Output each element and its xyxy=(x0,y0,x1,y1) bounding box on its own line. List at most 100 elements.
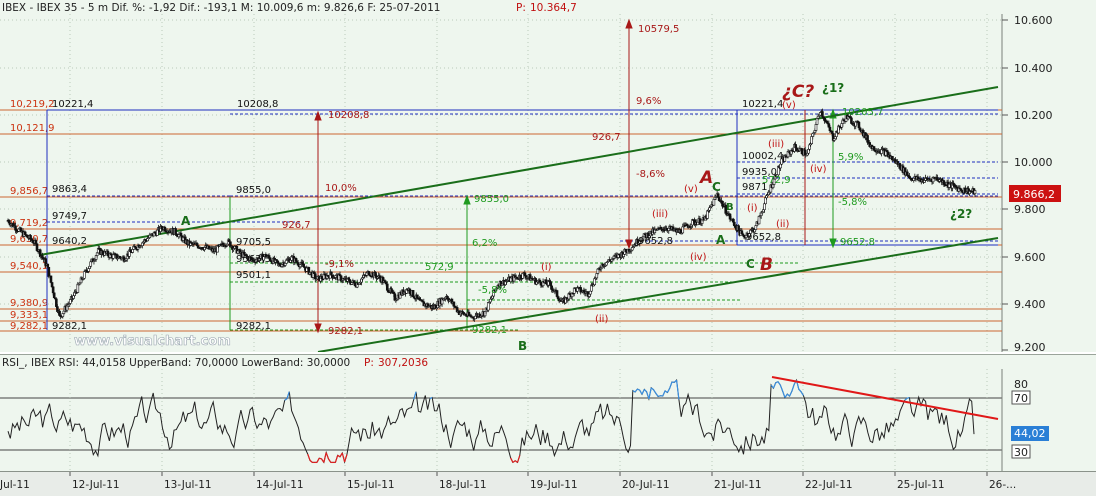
rsi-tick: 80 xyxy=(1014,378,1028,391)
price-tick: 10.600 xyxy=(1014,14,1053,27)
fib-label: 926,7 xyxy=(282,220,311,231)
rsi-extreme-segment xyxy=(310,460,312,462)
fib-label: 9282,1 xyxy=(328,326,363,337)
level-label: 10,121,9 xyxy=(10,123,55,134)
rsi-extreme-segment xyxy=(658,396,660,397)
fib-label: 9863,4 xyxy=(52,184,87,195)
price-chart-svg: IBEX - IBEX 35 - 5 m Dif. %: -1,92 Dif.:… xyxy=(0,0,1096,352)
wave-label: C xyxy=(712,180,721,194)
date-label: 22-Jul-11 xyxy=(805,479,853,491)
price-tick: 10.200 xyxy=(1014,109,1053,122)
candle-body xyxy=(47,264,49,267)
rsi-extreme-segment xyxy=(319,458,321,459)
fib-label: 9871 xyxy=(742,182,767,193)
price-tick: 9.800 xyxy=(1014,203,1046,216)
rsi-extreme-segment xyxy=(518,455,520,462)
subwave-label: (i) xyxy=(541,262,552,273)
wave-label: B xyxy=(726,202,734,213)
rsi-extreme-segment xyxy=(776,382,778,383)
fib-label: 9749,7 xyxy=(52,211,87,222)
level-label: 9,282,1 xyxy=(10,321,48,332)
price-tick: 9.200 xyxy=(1014,341,1046,352)
rsi-extreme-segment xyxy=(677,380,679,399)
subwave-label: (iii) xyxy=(652,209,668,220)
subwave-label: (iv) xyxy=(810,164,827,175)
fib-label: 10579,5 xyxy=(638,24,679,35)
price-tick: 10.000 xyxy=(1014,156,1053,169)
rsi-extreme-segment xyxy=(790,391,792,396)
price-tick: 9.400 xyxy=(1014,298,1046,311)
wave-label: A xyxy=(698,168,713,188)
rsi-extreme-segment xyxy=(637,389,639,390)
candle-body xyxy=(713,199,715,205)
candle-body xyxy=(859,128,861,130)
fib-label: 9855,0 xyxy=(236,185,271,196)
fib-label: 9640,2 xyxy=(52,236,87,247)
price-tick: 10.400 xyxy=(1014,62,1053,75)
fib-label: 10208,8 xyxy=(328,110,369,121)
rsi-extreme-segment xyxy=(649,388,651,399)
rsi-extreme-segment xyxy=(326,453,328,459)
wave-label: ¿2? xyxy=(950,207,972,221)
rsi-extreme-segment xyxy=(328,459,330,463)
fib-label: 9705,5 xyxy=(236,237,271,248)
date-label: 13-Jul-11 xyxy=(164,479,212,491)
candle-body xyxy=(801,149,803,154)
fib-label: 9501,1 xyxy=(236,270,271,281)
fib-label: 572,9 xyxy=(425,262,454,273)
wave-label: A xyxy=(181,214,191,228)
fib-label: 10002,4 xyxy=(742,151,783,162)
candle-body xyxy=(815,124,817,130)
price-chart-panel[interactable]: IBEX - IBEX 35 - 5 m Dif. %: -1,92 Dif.:… xyxy=(0,0,1096,352)
fib-label: 10221,4 xyxy=(742,99,783,110)
fib-label: 10205,7 xyxy=(842,107,883,118)
subwave-label: (v) xyxy=(782,100,796,111)
candle-body xyxy=(487,302,489,310)
level-label: 9,856,7 xyxy=(10,186,48,197)
candle-body xyxy=(738,226,740,231)
fib-label: 10,0% xyxy=(325,183,357,194)
left-level-labels: 10,219,2 10,121,9 9,856,7 9,719,2 9,650,… xyxy=(10,99,55,332)
candle-body xyxy=(948,184,950,187)
orange-fib-levels xyxy=(0,110,1002,331)
current-price-box: 9.866,2 xyxy=(1009,185,1061,202)
date-label: 19-Jul-11 xyxy=(530,479,578,491)
rsi-tick: 70 xyxy=(1014,392,1028,405)
rsi-extreme-segment xyxy=(667,388,669,392)
date-label: Jul-11 xyxy=(0,479,30,491)
rsi-extreme-segment xyxy=(644,389,646,391)
level-label: 9,380,9 xyxy=(10,298,48,309)
header-p-label: P: xyxy=(516,2,526,14)
wave-label: A xyxy=(716,233,726,247)
rsi-panel[interactable]: RSI_, IBEX RSI: 44,0158 UpperBand: 70,00… xyxy=(0,354,1096,472)
date-label: 26-... xyxy=(989,479,1016,491)
rsi-extreme-segment xyxy=(285,399,287,401)
date-label: 21-Jul-11 xyxy=(714,479,762,491)
rsi-extreme-segment xyxy=(308,454,310,460)
candle-body xyxy=(52,287,54,293)
fib-label: 9855,0 xyxy=(474,194,509,205)
fib-label: 9282,1 xyxy=(236,321,271,332)
rsi-current-value: 44,02 xyxy=(1014,427,1046,440)
rsi-extreme-segment xyxy=(654,390,656,394)
fib-label: 5,9% xyxy=(838,152,863,163)
candle-body xyxy=(763,204,765,210)
rsi-extreme-segment xyxy=(324,453,326,463)
rsi-extreme-segment xyxy=(670,382,672,388)
candle-body xyxy=(412,290,414,296)
fib-label: 9563,3 xyxy=(236,254,271,265)
rsi-extreme-segment xyxy=(907,398,909,399)
green-fib-lines xyxy=(230,112,833,330)
header-p-value: 10.364,7 xyxy=(530,2,577,14)
rsi-tick: 30 xyxy=(1014,446,1028,459)
candle-body xyxy=(50,276,52,283)
candle-body xyxy=(631,247,633,250)
date-label: 20-Jul-11 xyxy=(622,479,670,491)
candle-body xyxy=(53,293,55,298)
candle-body xyxy=(974,190,976,193)
subwave-label: (ii) xyxy=(595,314,608,325)
subwave-label: (ii) xyxy=(776,219,789,230)
date-label: 15-Jul-11 xyxy=(347,479,395,491)
date-label: 12-Jul-11 xyxy=(72,479,120,491)
rsi-extreme-segment xyxy=(642,389,644,394)
